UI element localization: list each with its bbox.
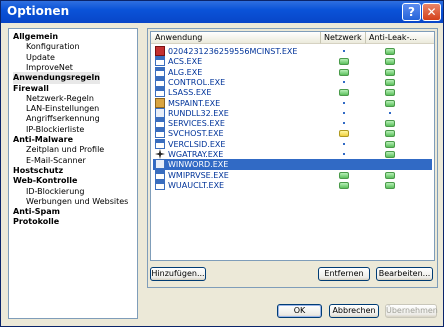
edit-button[interactable]: Bearbeiten...: [376, 267, 433, 281]
window-title: Optionen: [7, 4, 70, 18]
document-icon: [155, 159, 165, 170]
red-m-icon: [155, 46, 165, 56]
window-icon: [155, 179, 165, 190]
anti-leak-status[interactable]: [385, 68, 395, 76]
title-bar[interactable]: Optionen ? ✕: [1, 1, 443, 23]
anti-leak-status[interactable]: [385, 58, 395, 66]
star-icon: [155, 149, 165, 159]
application-list: Anwendung Netzwerk Anti-Leak-... 0204231…: [150, 31, 435, 261]
netzwerk-status[interactable]: [343, 142, 345, 145]
application-rules-panel: Anwendung Netzwerk Anti-Leak-... 0204231…: [147, 28, 438, 288]
netzwerk-status[interactable]: [339, 58, 349, 66]
netzwerk-status[interactable]: [343, 50, 345, 52]
tree-item-protokolle[interactable]: Protokolle: [13, 216, 59, 228]
window-icon: [155, 56, 165, 67]
table-row[interactable]: WUAUCLT.EXE: [153, 179, 432, 191]
column-header-anwendung[interactable]: Anwendung: [151, 32, 321, 44]
netzwerk-status[interactable]: [343, 80, 345, 83]
window-icon: [155, 169, 165, 180]
category-tree: Allgemein Konfiguration Update ImproveNet An…: [8, 28, 138, 319]
netzwerk-status[interactable]: [343, 101, 345, 104]
anti-leak-status[interactable]: [385, 78, 395, 86]
anti-leak-status[interactable]: [385, 151, 395, 158]
remove-button[interactable]: Entfernen: [318, 267, 370, 281]
add-button[interactable]: Hinzufügen...: [150, 267, 206, 281]
paint-icon: [155, 97, 165, 108]
netzwerk-status[interactable]: [339, 89, 349, 97]
netzwerk-status[interactable]: [339, 68, 349, 76]
document-icon: [155, 107, 165, 118]
window-icon: [155, 118, 165, 129]
window-icon: [155, 76, 165, 87]
anti-leak-status[interactable]: [385, 120, 395, 128]
window-icon: [155, 128, 165, 139]
anti-leak-status[interactable]: [385, 99, 395, 107]
ok-button[interactable]: OK: [277, 304, 322, 318]
netzwerk-status[interactable]: [339, 130, 349, 138]
options-dialog: Optionen ? ✕ Allgemein Konfiguration Updat…: [0, 0, 444, 327]
application-name: WUAUCLT.EXE: [168, 180, 225, 190]
anti-leak-status[interactable]: [385, 140, 395, 148]
help-button[interactable]: ?: [402, 3, 421, 21]
netzwerk-status[interactable]: [343, 153, 345, 155]
anti-leak-status[interactable]: [389, 111, 391, 114]
column-header-anti-leak[interactable]: Anti-Leak-...: [366, 32, 434, 44]
window-icon: [155, 87, 165, 98]
netzwerk-status[interactable]: [343, 111, 345, 114]
anti-leak-status[interactable]: [385, 171, 395, 179]
anti-leak-status[interactable]: [385, 89, 395, 97]
anti-leak-status[interactable]: [385, 130, 395, 138]
window-icon: [155, 138, 165, 149]
cancel-button[interactable]: Abbrechen: [329, 304, 379, 318]
apply-button[interactable]: Übernehmen: [385, 304, 438, 318]
close-button[interactable]: ✕: [422, 3, 441, 21]
anti-leak-status[interactable]: [385, 181, 395, 189]
netzwerk-status[interactable]: [339, 181, 349, 189]
anti-leak-status[interactable]: [385, 48, 395, 55]
netzwerk-status[interactable]: [339, 171, 349, 179]
column-header-netzwerk[interactable]: Netzwerk: [321, 32, 366, 44]
window-icon: [155, 66, 165, 77]
netzwerk-status[interactable]: [343, 122, 345, 125]
